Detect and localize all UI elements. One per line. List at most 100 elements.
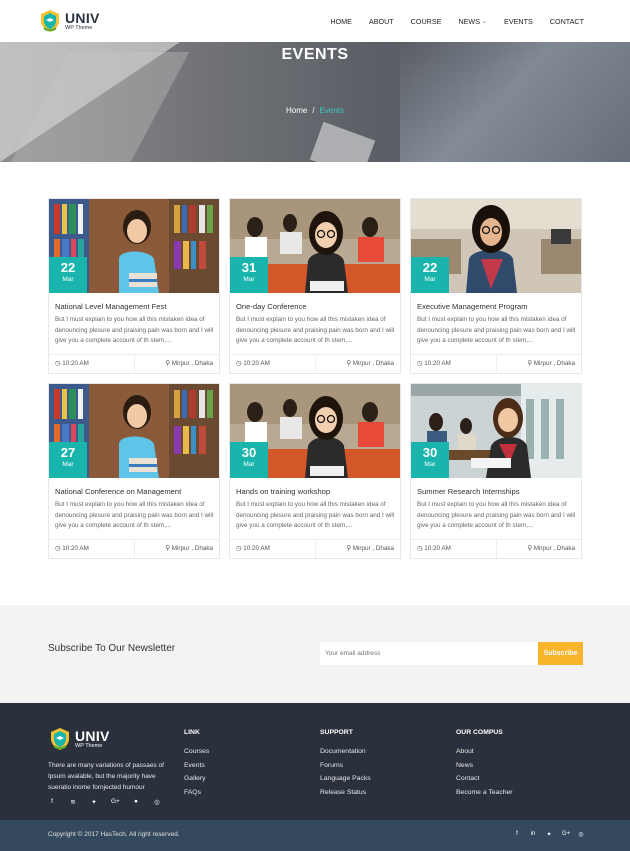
newsletter-title: Subscribe To Our Newsletter <box>48 643 176 654</box>
event-title[interactable]: Executive Management Program <box>417 302 528 311</box>
event-location: ⚲ Mirpur , Dhaka <box>165 545 213 552</box>
nav-about[interactable]: ABOUT <box>369 17 394 26</box>
event-time-value: 10:20 AM <box>62 545 89 552</box>
google-plus-icon[interactable]: G+ <box>111 798 120 806</box>
nav-events[interactable]: EVENTS <box>504 17 533 26</box>
event-meta: ◷ 10:20 AM ⚲ Mirpur , Dhaka <box>230 354 400 373</box>
divider <box>315 540 316 558</box>
breadcrumb-current: Events <box>319 106 345 115</box>
event-location: ⚲ Mirpur , Dhaka <box>527 545 575 552</box>
banner-tablet-shape <box>309 121 376 162</box>
event-card[interactable]: 30 Mar Summer Research Internships But I… <box>410 383 582 559</box>
logo-badge-icon <box>41 10 59 32</box>
event-title[interactable]: National Level Management Fest <box>55 302 166 311</box>
event-location-value: Mirpur , Dhaka <box>533 545 575 552</box>
footer-link-become-teacher[interactable]: Become a Teacher <box>456 789 513 796</box>
event-title[interactable]: Hands on training workshop <box>236 487 330 496</box>
logo-tagline: WP Theme <box>65 24 93 31</box>
clock-icon: ◷ <box>417 360 423 367</box>
main-nav: HOME ABOUT COURSE NEWS ⌄ EVENTS CONTACT <box>313 0 584 42</box>
footer-link-release-status[interactable]: Release Status <box>320 789 371 796</box>
newsletter-email-input[interactable] <box>320 642 538 665</box>
instagram-icon[interactable]: ◎ <box>153 798 161 806</box>
footer-link-forums[interactable]: Forums <box>320 762 371 769</box>
pinterest-icon[interactable]: ● <box>132 798 140 806</box>
divider <box>134 540 135 558</box>
map-marker-icon: ⚲ <box>527 360 532 367</box>
event-card[interactable]: 22 Mar Executive Management Program But … <box>410 198 582 374</box>
footer-link-news[interactable]: News <box>456 762 513 769</box>
event-date-badge: 22 Mar <box>411 257 449 293</box>
event-location-value: Mirpur , Dhaka <box>171 545 213 552</box>
event-title[interactable]: One-day Conference <box>236 302 307 311</box>
event-image[interactable]: 30 Mar <box>411 384 581 478</box>
map-marker-icon: ⚲ <box>165 545 170 552</box>
footer-link-faqs[interactable]: FAQs <box>184 789 209 796</box>
event-title[interactable]: Summer Research Internships <box>417 487 520 496</box>
event-description: But I must explain to you how all this m… <box>236 316 395 345</box>
map-marker-icon: ⚲ <box>165 360 170 367</box>
footer-link-contact[interactable]: Contact <box>456 775 513 782</box>
footer-link-language-packs[interactable]: Language Packs <box>320 775 371 782</box>
linkedin-icon[interactable]: in <box>530 831 536 838</box>
event-time: ◷ 10:20 AM <box>417 360 451 367</box>
footer-link-about[interactable]: About <box>456 748 513 755</box>
footer-social-links: f ≋ ✦ G+ ● ◎ <box>48 798 174 806</box>
newsletter-section: Subscribe To Our Newsletter Subscribe <box>0 605 630 703</box>
clock-icon: ◷ <box>236 545 242 552</box>
event-time-value: 10:20 AM <box>424 545 451 552</box>
event-month: Mar <box>424 461 436 469</box>
twitter-icon[interactable]: ✦ <box>90 798 98 806</box>
footer-logo[interactable]: UNIV WP Theme <box>48 727 110 751</box>
event-image[interactable]: 30 Mar <box>230 384 400 478</box>
event-card[interactable]: 30 Mar Hands on training workshop But I … <box>229 383 401 559</box>
nav-course[interactable]: COURSE <box>411 17 442 26</box>
event-month: Mar <box>424 276 436 284</box>
clock-icon: ◷ <box>236 360 242 367</box>
event-description: But I must explain to you how all this m… <box>236 501 395 530</box>
divider <box>134 355 135 373</box>
rss-icon[interactable]: ≋ <box>69 798 77 806</box>
event-card[interactable]: 31 Mar One-day Conference But I must exp… <box>229 198 401 374</box>
event-image[interactable]: 27 Mar <box>49 384 219 478</box>
site-footer: UNIV WP Theme There are many variations … <box>0 703 630 820</box>
event-card[interactable]: 22 Mar National Level Management Fest Bu… <box>48 198 220 374</box>
facebook-icon[interactable]: f <box>48 798 56 806</box>
event-location-value: Mirpur , Dhaka <box>352 360 394 367</box>
event-time: ◷ 10:20 AM <box>417 545 451 552</box>
event-day: 30 <box>422 445 438 460</box>
footer-link-events[interactable]: Events <box>184 762 209 769</box>
event-time: ◷ 10:20 AM <box>55 545 89 552</box>
site-logo[interactable]: UNIV WP Theme <box>38 9 100 33</box>
chevron-down-icon: ⌄ <box>482 18 488 25</box>
footer-link-documentation[interactable]: Documentation <box>320 748 371 755</box>
nav-home[interactable]: HOME <box>330 17 352 26</box>
event-description: But I must explain to you how all this m… <box>55 501 214 530</box>
breadcrumb-home[interactable]: Home <box>286 106 307 115</box>
event-date-badge: 22 Mar <box>49 257 87 293</box>
subscribe-button[interactable]: Subscribe <box>538 642 583 665</box>
clock-icon: ◷ <box>417 545 423 552</box>
twitter-icon[interactable]: ✦ <box>546 831 552 838</box>
clock-icon: ◷ <box>55 545 61 552</box>
footer-link-courses[interactable]: Courses <box>184 748 209 755</box>
event-time-value: 10:20 AM <box>243 360 270 367</box>
footer-link-gallery[interactable]: Gallery <box>184 775 209 782</box>
event-image[interactable]: 31 Mar <box>230 199 400 293</box>
event-date-badge: 30 Mar <box>411 442 449 478</box>
footer-about-text: There are many variations of passaes of … <box>48 762 164 791</box>
event-card[interactable]: 27 Mar National Conference on Management… <box>48 383 220 559</box>
event-day: 27 <box>60 445 76 460</box>
bottom-social-links: f in ✦ G+ ◎ <box>504 831 584 838</box>
google-plus-icon[interactable]: G+ <box>562 831 570 838</box>
event-time-value: 10:20 AM <box>62 360 89 367</box>
nav-news[interactable]: NEWS ⌄ <box>458 17 487 26</box>
instagram-icon[interactable]: ◎ <box>578 831 584 838</box>
event-image[interactable]: 22 Mar <box>49 199 219 293</box>
event-title[interactable]: National Conference on Management <box>55 487 181 496</box>
event-meta: ◷ 10:20 AM ⚲ Mirpur , Dhaka <box>49 354 219 373</box>
event-day: 31 <box>241 260 257 275</box>
event-image[interactable]: 22 Mar <box>411 199 581 293</box>
nav-contact[interactable]: CONTACT <box>550 17 584 26</box>
facebook-icon[interactable]: f <box>514 831 520 838</box>
